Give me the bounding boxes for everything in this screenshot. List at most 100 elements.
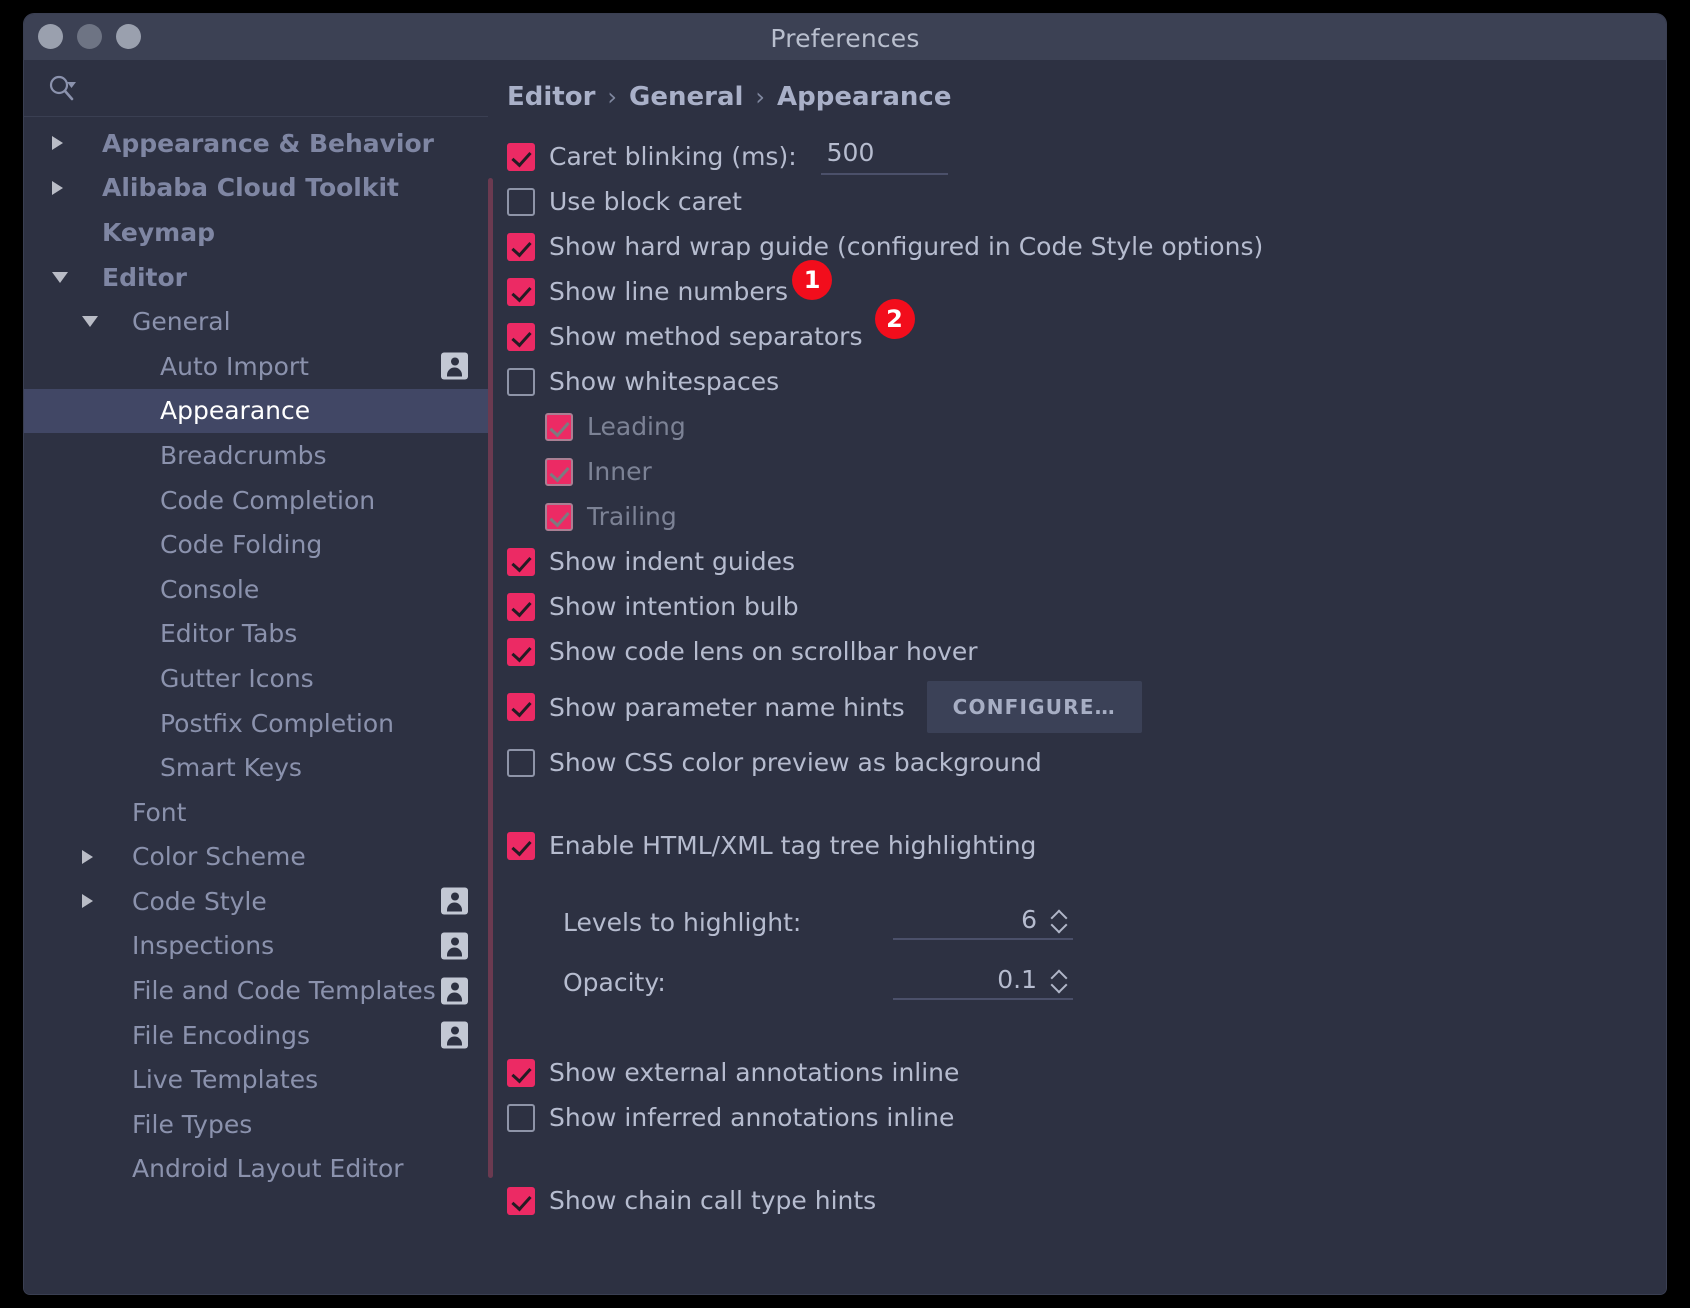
- option-hard-wrap-guide[interactable]: Show hard wrap guide (configured in Code…: [507, 224, 1666, 269]
- configure-button[interactable]: CONFIGURE…: [926, 681, 1142, 733]
- show-method-separators-checkbox[interactable]: [507, 322, 535, 351]
- sidebar-item-postfix-completion[interactable]: Postfix Completion: [24, 701, 488, 746]
- chevron-right-icon[interactable]: [52, 180, 63, 195]
- sidebar-item-general[interactable]: General: [24, 299, 488, 344]
- option-show-method-separators[interactable]: Show method separators 2: [497, 298, 1666, 361]
- chevron-right-icon[interactable]: [52, 136, 63, 151]
- chevron-right-icon[interactable]: [82, 894, 93, 909]
- option-show-parameter-hints[interactable]: Show parameter name hints CONFIGURE…: [507, 674, 1666, 740]
- chevron-down-icon[interactable]: [52, 271, 68, 283]
- preferences-window: Preferences Appearance & Behavior Alibaba…: [24, 14, 1666, 1294]
- caret-blinking-checkbox[interactable]: [507, 142, 535, 171]
- option-show-code-lens[interactable]: Show code lens on scrollbar hover: [507, 629, 1666, 674]
- option-show-intention-bulb[interactable]: Show intention bulb: [507, 584, 1666, 629]
- sidebar-item-label: Console: [160, 574, 260, 604]
- annotation-badge-1: 1: [792, 259, 833, 300]
- option-show-line-numbers[interactable]: Show line numbers 1: [507, 259, 1666, 314]
- caret-blinking-input[interactable]: 500: [820, 138, 948, 175]
- sidebar-item-editor[interactable]: Editor: [24, 255, 488, 300]
- sidebar-item-label: Android Layout Editor: [132, 1154, 404, 1184]
- sidebar-item-label: Auto Import: [160, 351, 309, 381]
- sidebar-item-label: Appearance: [160, 396, 311, 426]
- sidebar-item-code-style[interactable]: Code Style: [24, 879, 488, 924]
- show-line-numbers-checkbox[interactable]: [507, 277, 535, 306]
- chevron-down-icon[interactable]: [82, 316, 98, 328]
- chevron-down-icon[interactable]: [1051, 981, 1067, 990]
- chevron-down-icon[interactable]: [1051, 921, 1067, 930]
- option-show-indent-guides[interactable]: Show indent guides: [507, 539, 1666, 584]
- hard-wrap-guide-checkbox[interactable]: [507, 232, 535, 261]
- sidebar-item-label: General: [132, 307, 231, 337]
- sidebar-item-keymap[interactable]: Keymap: [24, 210, 488, 255]
- sidebar-item-smart-keys[interactable]: Smart Keys: [24, 745, 488, 790]
- whitespace-inner-label: Inner: [587, 457, 652, 486]
- sidebar-item-label: Editor: [102, 262, 187, 292]
- sidebar-item-code-completion[interactable]: Code Completion: [24, 478, 488, 523]
- sidebar-item-appearance[interactable]: Appearance: [24, 388, 488, 434]
- tag-tree-highlighting-checkbox[interactable]: [507, 831, 535, 860]
- sidebar-item-console[interactable]: Console: [24, 567, 488, 612]
- show-parameter-hints-checkbox[interactable]: [507, 693, 535, 721]
- chain-call-hints-checkbox[interactable]: [507, 1186, 535, 1215]
- levels-spinner-arrows[interactable]: [1051, 909, 1073, 930]
- show-intention-bulb-checkbox[interactable]: [507, 592, 535, 621]
- use-block-caret-checkbox[interactable]: [507, 187, 535, 216]
- sidebar-item-color-scheme[interactable]: Color Scheme: [24, 835, 488, 880]
- sidebar-item-inspections[interactable]: Inspections: [24, 924, 488, 969]
- user-profile-icon: [441, 932, 468, 960]
- annotation-badge-2: 2: [874, 298, 915, 339]
- sidebar-item-code-folding[interactable]: Code Folding: [24, 522, 488, 567]
- show-method-separators-label: Show method separators: [549, 322, 863, 351]
- breadcrumb-item-general[interactable]: General: [629, 82, 743, 112]
- field-levels-to-highlight[interactable]: Levels to highlight: 6: [507, 892, 1666, 952]
- sidebar-item-android-layout-editor[interactable]: Android Layout Editor: [24, 1147, 488, 1192]
- search-icon[interactable]: [48, 74, 78, 102]
- sidebar-item-auto-import[interactable]: Auto Import: [24, 344, 488, 389]
- sidebar-item-editor-tabs[interactable]: Editor Tabs: [24, 612, 488, 657]
- breadcrumb-item-editor[interactable]: Editor: [507, 82, 595, 112]
- chevron-right-icon[interactable]: [82, 849, 93, 864]
- option-css-color-preview[interactable]: Show CSS color preview as background: [507, 740, 1666, 785]
- sidebar-item-file-and-code-templates[interactable]: File and Code Templates: [24, 968, 488, 1013]
- sidebar-item-label: Postfix Completion: [160, 708, 394, 738]
- css-color-preview-checkbox[interactable]: [507, 748, 535, 777]
- levels-to-highlight-spinner[interactable]: 6: [893, 905, 1073, 940]
- inferred-annotations-checkbox[interactable]: [507, 1103, 535, 1132]
- sidebar-item-label: File Encodings: [132, 1020, 311, 1050]
- sidebar-item-gutter-icons[interactable]: Gutter Icons: [24, 656, 488, 701]
- sidebar-item-font[interactable]: Font: [24, 790, 488, 835]
- sidebar-item-file-types[interactable]: File Types: [24, 1102, 488, 1147]
- option-use-block-caret[interactable]: Use block caret: [507, 179, 1666, 224]
- field-opacity[interactable]: Opacity: 0.1: [507, 952, 1666, 1012]
- sidebar-item-appearance-behavior[interactable]: Appearance & Behavior: [24, 121, 488, 166]
- option-chain-call-hints[interactable]: Show chain call type hints: [507, 1178, 1666, 1223]
- option-tag-tree-highlighting[interactable]: Enable HTML/XML tag tree highlighting: [507, 823, 1666, 868]
- opacity-value[interactable]: 0.1: [893, 965, 1051, 994]
- tag-tree-highlighting-label: Enable HTML/XML tag tree highlighting: [549, 831, 1037, 860]
- settings-tree[interactable]: Appearance & Behavior Alibaba Cloud Toolk…: [24, 117, 488, 1294]
- opacity-spinner[interactable]: 0.1: [893, 965, 1073, 1000]
- sidebar-item-live-templates[interactable]: Live Templates: [24, 1057, 488, 1102]
- show-whitespaces-checkbox[interactable]: [507, 367, 535, 396]
- title-bar: Preferences: [24, 14, 1666, 60]
- sidebar-item-file-encodings[interactable]: File Encodings: [24, 1013, 488, 1058]
- show-code-lens-checkbox[interactable]: [507, 637, 535, 666]
- search-bar[interactable]: [24, 60, 488, 117]
- external-annotations-checkbox[interactable]: [507, 1058, 535, 1087]
- sidebar-item-label: Appearance & Behavior: [102, 128, 434, 158]
- sidebar-item-alibaba-cloud-toolkit[interactable]: Alibaba Cloud Toolkit: [24, 166, 488, 211]
- user-profile-icon: [441, 887, 468, 915]
- show-parameter-hints-label: Show parameter name hints: [549, 692, 905, 722]
- method-separators-checkbox-wrap[interactable]: [497, 312, 545, 361]
- option-caret-blinking[interactable]: Caret blinking (ms): 500: [507, 134, 1666, 179]
- sidebar-item-breadcrumbs[interactable]: Breadcrumbs: [24, 433, 488, 478]
- option-external-annotations[interactable]: Show external annotations inline: [507, 1050, 1666, 1095]
- levels-to-highlight-value[interactable]: 6: [893, 905, 1051, 934]
- opacity-spinner-arrows[interactable]: [1051, 969, 1073, 990]
- option-inferred-annotations[interactable]: Show inferred annotations inline: [507, 1095, 1666, 1140]
- option-show-whitespaces[interactable]: Show whitespaces: [507, 359, 1666, 404]
- window-body: Appearance & Behavior Alibaba Cloud Toolk…: [24, 60, 1666, 1294]
- breadcrumb-item-appearance[interactable]: Appearance: [777, 82, 951, 112]
- show-indent-guides-checkbox[interactable]: [507, 547, 535, 576]
